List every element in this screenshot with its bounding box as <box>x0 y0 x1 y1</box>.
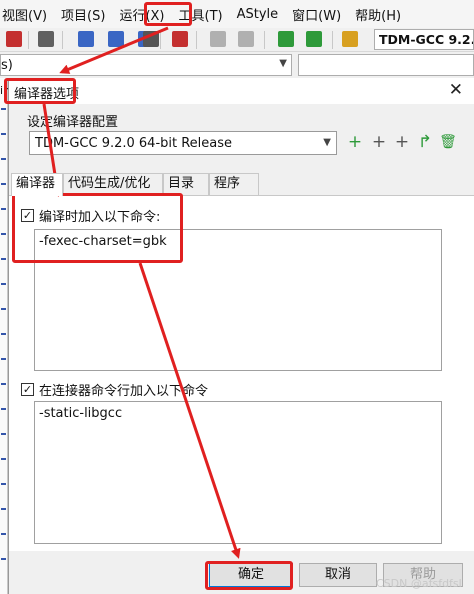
linker-option-checkbox[interactable]: ✓ <box>21 383 34 396</box>
print-icon[interactable] <box>38 31 54 47</box>
compiler-options-icon[interactable] <box>342 31 358 47</box>
toolbar-separator <box>28 31 29 49</box>
dialog-titlebar: 编译器选项 ✕ <box>9 78 474 104</box>
linker-commands-value: -static-libgcc <box>39 406 123 421</box>
config-select-value: TDM-GCC 9.2.0 64-bit Release <box>35 136 233 151</box>
toolbar-separator <box>196 31 197 49</box>
delete-config-icon[interactable]: 🗑 <box>439 132 457 152</box>
member-combo[interactable] <box>298 54 474 76</box>
unindent-icon[interactable] <box>306 31 322 47</box>
options-tabs: 编译器 代码生成/优化 目录 程序 <box>9 173 474 196</box>
redo-icon[interactable] <box>238 31 254 47</box>
annotation-box-compile-option <box>12 193 183 263</box>
annotation-box-dialog-title <box>4 78 76 104</box>
toolbar: TDM-GCC 9.2.0 <box>0 28 474 52</box>
linker-commands-input[interactable]: -static-libgcc <box>34 401 442 544</box>
toolbar-separator <box>332 31 333 49</box>
chevron-down-icon: ▼ <box>323 137 331 148</box>
config-select[interactable]: TDM-GCC 9.2.0 64-bit Release ▼ <box>29 131 337 155</box>
menu-view[interactable]: 视图(V) <box>0 5 54 24</box>
menu-help[interactable]: 帮助(H) <box>348 5 408 24</box>
annotation-box-ok-button <box>205 561 293 590</box>
linker-option-label: 在连接器命令行加入以下命令 <box>39 384 209 399</box>
toolbar-separator <box>62 31 63 49</box>
add-config-icon[interactable]: + <box>370 132 388 152</box>
toolbar-separator <box>264 31 265 49</box>
watermark: CSDN @afsfdfsl <box>376 577 462 590</box>
config-label: 设定编译器配置 <box>27 115 119 130</box>
class-combo[interactable]: s) ▼ <box>0 54 292 76</box>
copy-config-icon[interactable]: + <box>393 132 411 152</box>
linker-option-row[interactable]: ✓ 在连接器命令行加入以下命令 <box>21 380 208 399</box>
chevron-down-icon: ▼ <box>279 58 287 69</box>
replace-icon[interactable] <box>108 31 124 47</box>
menu-window[interactable]: 窗口(W) <box>285 5 348 24</box>
tab-directories[interactable]: 目录 <box>163 173 209 195</box>
close-icon[interactable]: ✕ <box>449 80 463 100</box>
annotation-box-tools-menu <box>144 2 192 26</box>
undo-icon[interactable] <box>210 31 226 47</box>
new-project-icon[interactable] <box>6 31 22 47</box>
compiler-select[interactable]: TDM-GCC 9.2.0 <box>374 29 474 50</box>
find-icon[interactable] <box>78 31 94 47</box>
editor-gutter <box>0 78 8 594</box>
goto-icon[interactable] <box>143 31 159 47</box>
tab-compiler[interactable]: 编译器 <box>11 173 63 196</box>
menu-astyle[interactable]: AStyle <box>230 7 286 22</box>
bookmark-icon[interactable] <box>172 31 188 47</box>
menu-bar: 视图(V) 项目(S) 运行(X) 工具(T) AStyle 窗口(W) 帮助(… <box>0 0 474 28</box>
compiler-options-dialog: 编译器选项 ✕ 设定编译器配置 TDM-GCC 9.2.0 64-bit Rel… <box>8 78 474 594</box>
add-config-ticks-icon[interactable]: + <box>346 132 364 152</box>
toolbar-separator <box>160 31 161 49</box>
rename-config-icon[interactable]: ↱ <box>416 132 434 152</box>
indent-icon[interactable] <box>278 31 294 47</box>
cancel-button[interactable]: 取消 <box>299 563 377 587</box>
tab-codegen[interactable]: 代码生成/优化 <box>63 173 163 195</box>
tab-programs[interactable]: 程序 <box>209 173 259 195</box>
combo-row: s) ▼ <box>0 53 474 77</box>
class-combo-value: s) <box>1 58 13 73</box>
menu-project[interactable]: 项目(S) <box>54 5 112 24</box>
